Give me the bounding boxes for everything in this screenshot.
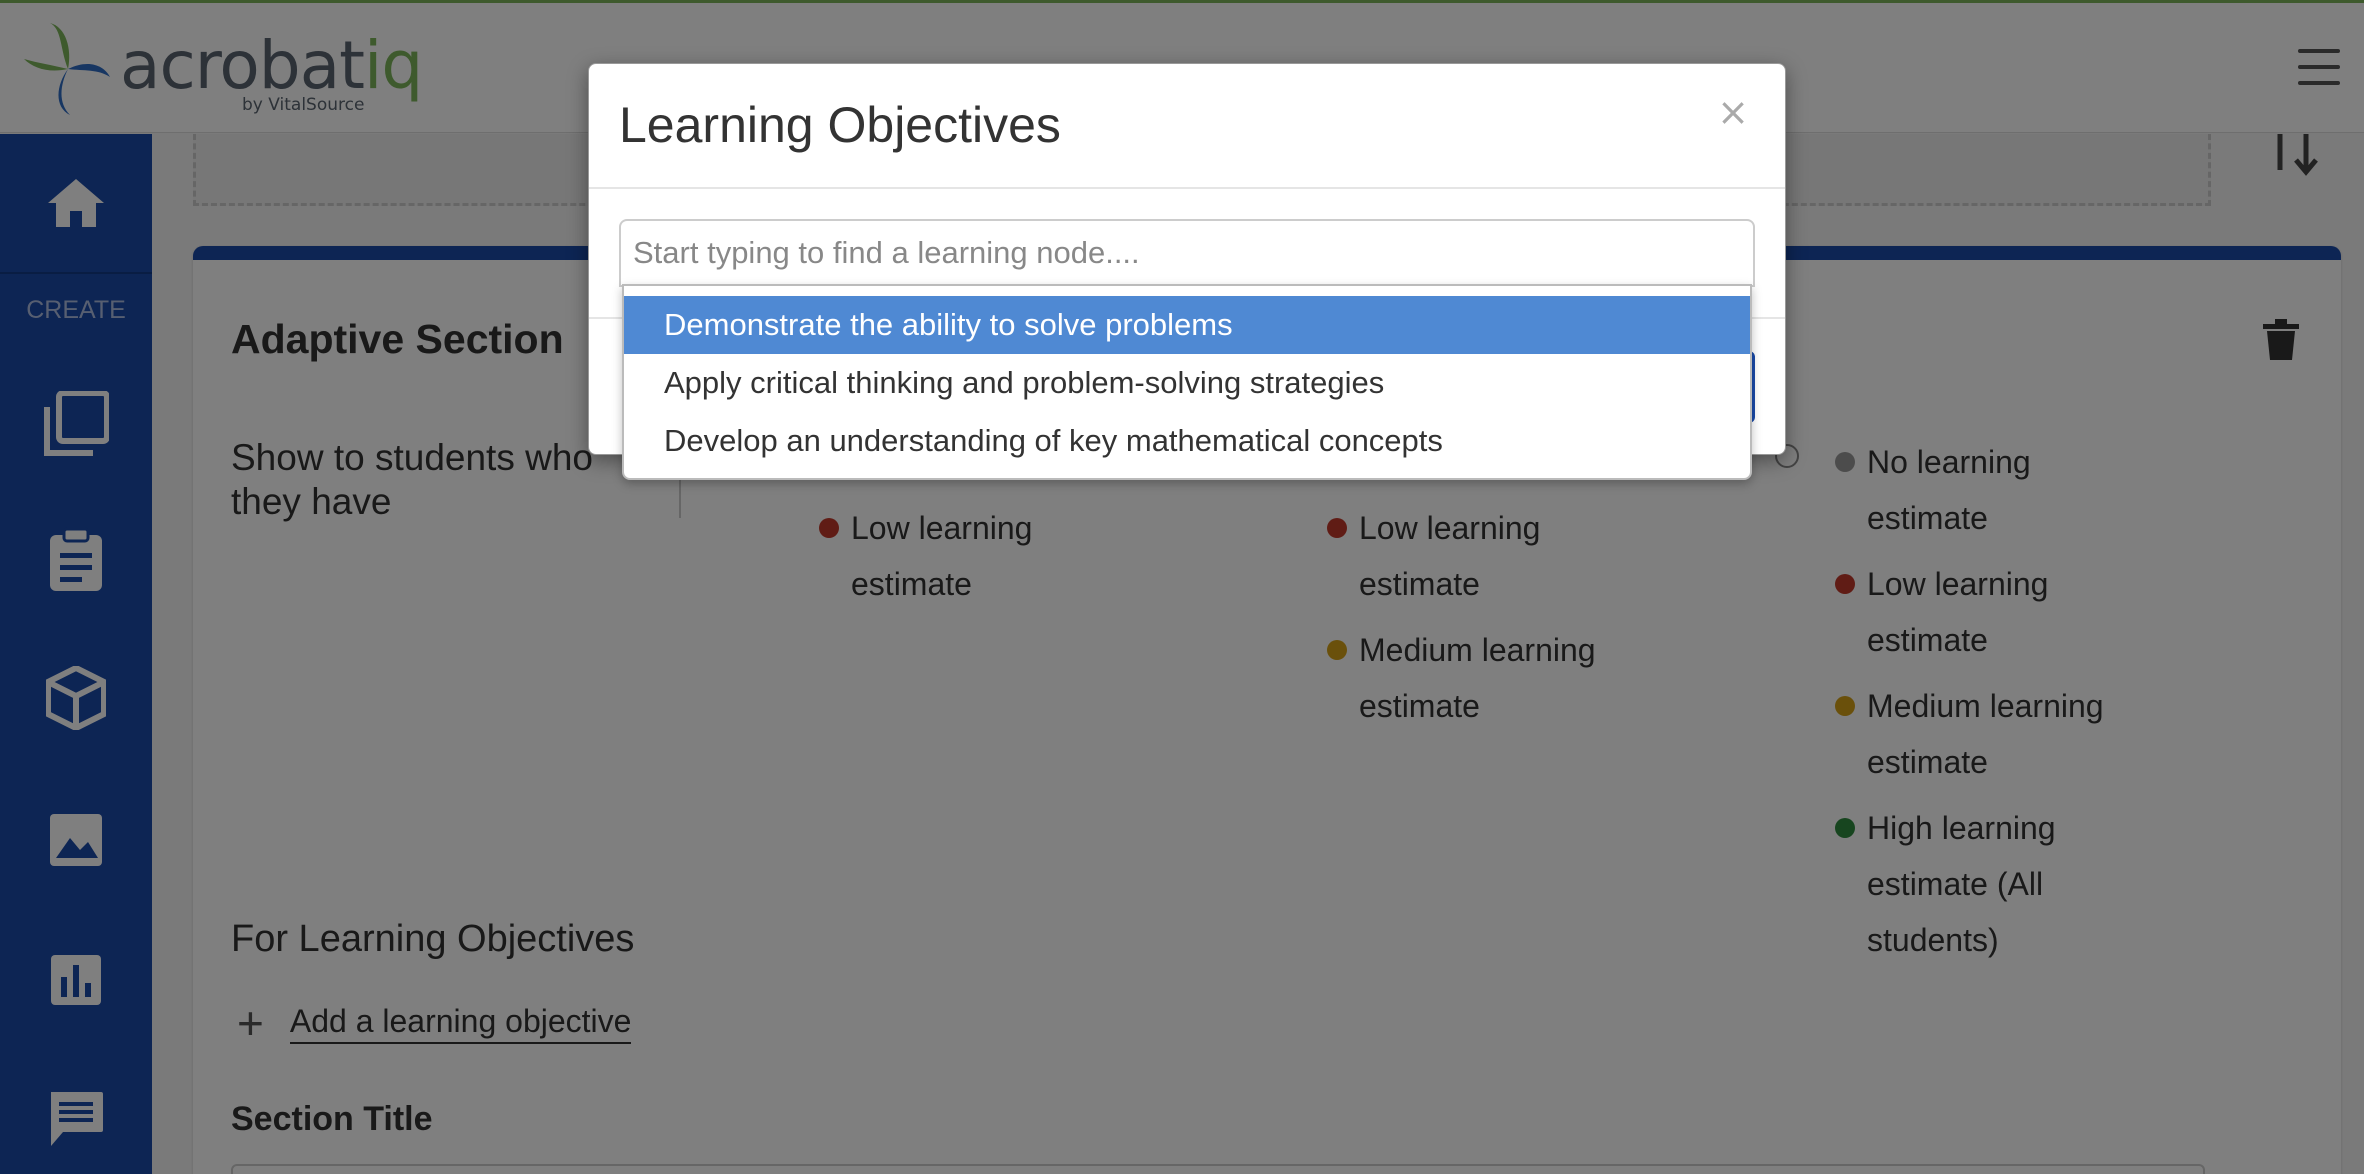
close-icon[interactable]: × [1717, 90, 1749, 134]
suggestion-item[interactable]: Apply critical thinking and problem-solv… [624, 354, 1750, 412]
learning-node-suggestions: Demonstrate the ability to solve problem… [622, 284, 1752, 480]
modal-header: Learning Objectives × [589, 64, 1785, 189]
modal-title: Learning Objectives [619, 97, 1061, 153]
suggestion-item[interactable]: Develop an understanding of key mathemat… [624, 412, 1750, 470]
learning-node-search-input[interactable] [619, 219, 1755, 287]
suggestion-item[interactable]: Demonstrate the ability to solve problem… [624, 296, 1750, 354]
